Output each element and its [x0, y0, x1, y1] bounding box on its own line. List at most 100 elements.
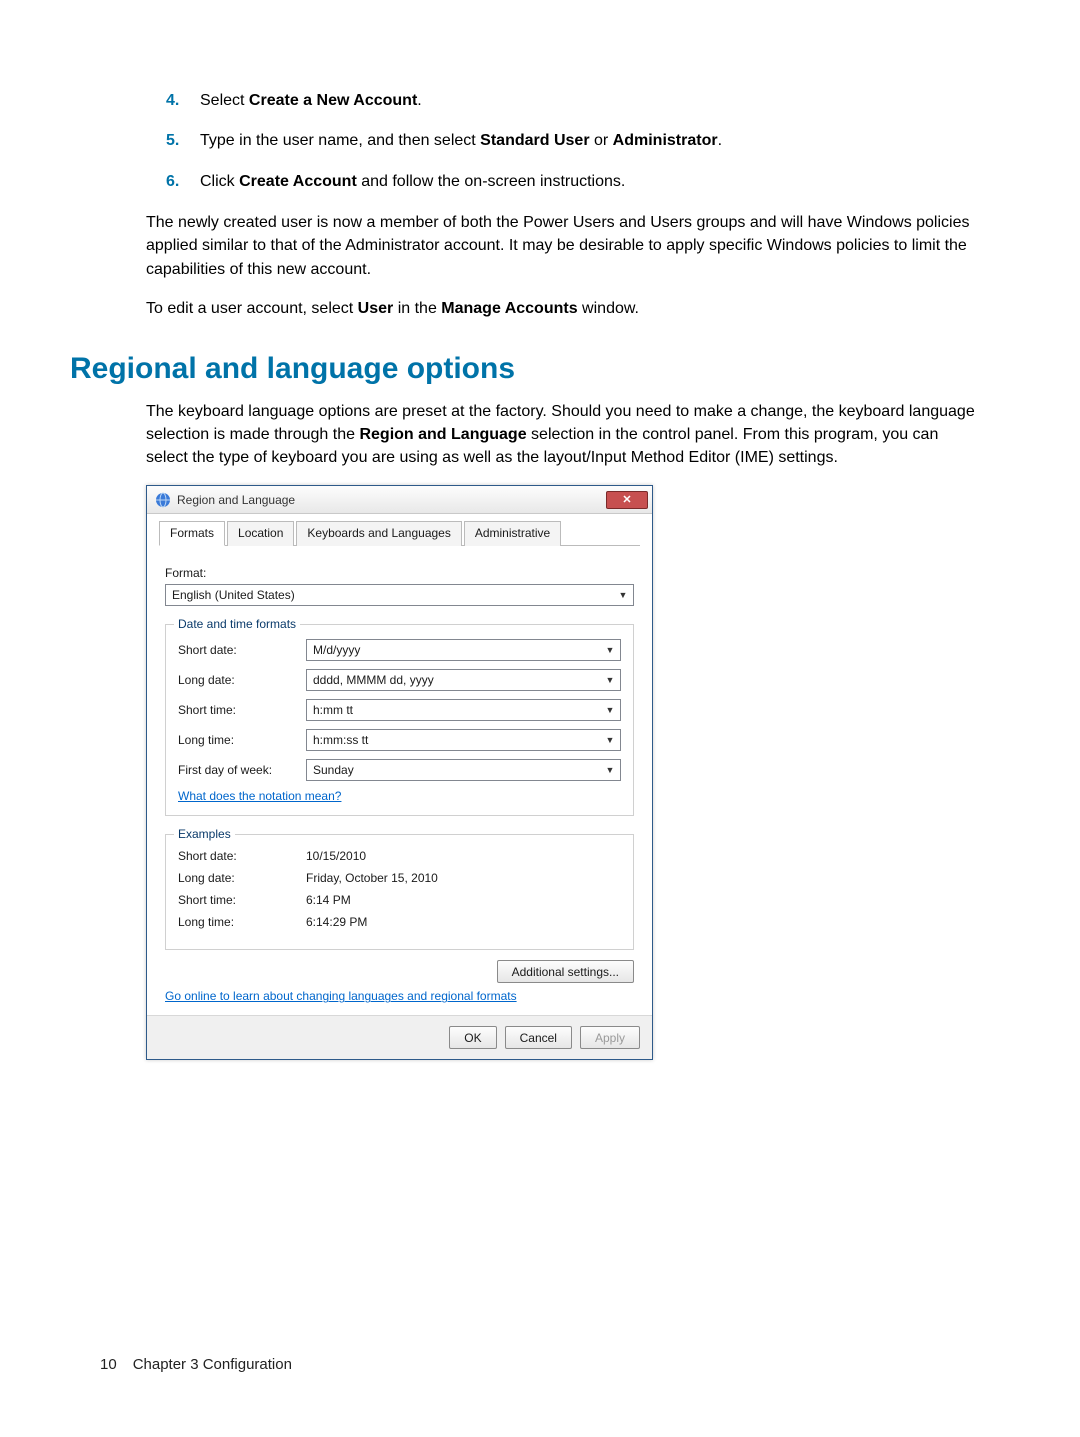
- step-text: Select Create a New Account.: [200, 90, 980, 112]
- ok-button[interactable]: OK: [449, 1026, 496, 1049]
- page-footer: 10 Chapter 3 Configuration: [100, 1356, 292, 1373]
- chevron-down-icon: ▼: [602, 702, 618, 718]
- text: To edit a user account, select: [146, 300, 358, 317]
- example-row: Long time:6:14:29 PM: [178, 915, 621, 929]
- step-number: 6.: [166, 171, 200, 193]
- instruction-steps: 4. Select Create a New Account. 5. Type …: [166, 90, 980, 193]
- close-button[interactable]: ✕: [606, 491, 648, 509]
- example-row: Short date:10/15/2010: [178, 849, 621, 863]
- row-label: Long date:: [178, 673, 306, 687]
- row-label: Short date:: [178, 849, 306, 863]
- text: Select: [200, 92, 249, 109]
- short-date-row: Short date: M/d/yyyy ▼: [178, 639, 621, 661]
- bold: Standard User: [480, 132, 589, 149]
- additional-row: Additional settings...: [165, 960, 634, 983]
- paragraph: The keyboard language options are preset…: [146, 400, 980, 470]
- datetime-legend: Date and time formats: [174, 617, 300, 631]
- paragraph: The newly created user is now a member o…: [146, 211, 980, 281]
- chevron-down-icon: ▼: [602, 672, 618, 688]
- page-number: 10: [100, 1356, 117, 1373]
- row-label: Short date:: [178, 643, 306, 657]
- long-time-combo[interactable]: h:mm:ss tt ▼: [306, 729, 621, 751]
- long-time-row: Long time: h:mm:ss tt ▼: [178, 729, 621, 751]
- chevron-down-icon: ▼: [602, 642, 618, 658]
- example-row: Short time:6:14 PM: [178, 893, 621, 907]
- paragraph: To edit a user account, select User in t…: [146, 297, 980, 320]
- dialog-titlebar[interactable]: Region and Language ✕: [147, 486, 652, 514]
- example-row: Long date:Friday, October 15, 2010: [178, 871, 621, 885]
- bold: User: [358, 300, 394, 317]
- row-label: Long date:: [178, 871, 306, 885]
- row-value: 6:14 PM: [306, 893, 351, 907]
- text: .: [718, 132, 722, 149]
- text: Type in the user name, and then select: [200, 132, 480, 149]
- text: or: [590, 132, 613, 149]
- globe-icon: [155, 492, 171, 508]
- step-number: 4.: [166, 90, 200, 112]
- step-text: Click Create Account and follow the on-s…: [200, 171, 980, 193]
- step-5: 5. Type in the user name, and then selec…: [166, 130, 980, 152]
- bold: Administrator: [613, 132, 718, 149]
- bold: Create a New Account: [249, 92, 417, 109]
- format-value: English (United States): [172, 588, 295, 602]
- formats-pane: Format: English (United States) ▼ Date a…: [159, 558, 640, 1003]
- text: in the: [393, 300, 441, 317]
- row-label: Short time:: [178, 703, 306, 717]
- text: .: [417, 92, 421, 109]
- short-time-row: Short time: h:mm tt ▼: [178, 699, 621, 721]
- text: and follow the on-screen instructions.: [357, 173, 626, 190]
- examples-legend: Examples: [174, 827, 235, 841]
- close-icon: ✕: [622, 493, 631, 506]
- cancel-button[interactable]: Cancel: [505, 1026, 572, 1049]
- section-heading: Regional and language options: [70, 352, 980, 386]
- tab-location[interactable]: Location: [227, 521, 294, 546]
- combo-value: h:mm tt: [313, 703, 353, 717]
- bold: Create Account: [239, 173, 357, 190]
- combo-value: h:mm:ss tt: [313, 733, 368, 747]
- chevron-down-icon: ▼: [602, 732, 618, 748]
- row-label: Short time:: [178, 893, 306, 907]
- row-label: First day of week:: [178, 763, 306, 777]
- first-day-row: First day of week: Sunday ▼: [178, 759, 621, 781]
- dialog-body: Formats Location Keyboards and Languages…: [147, 514, 652, 1015]
- text: Click: [200, 173, 239, 190]
- step-6: 6. Click Create Account and follow the o…: [166, 171, 980, 193]
- tab-strip: Formats Location Keyboards and Languages…: [159, 520, 640, 546]
- online-link[interactable]: Go online to learn about changing langua…: [165, 989, 517, 1003]
- row-value: 6:14:29 PM: [306, 915, 367, 929]
- tab-keyboards[interactable]: Keyboards and Languages: [296, 521, 461, 546]
- row-value: 10/15/2010: [306, 849, 366, 863]
- combo-value: Sunday: [313, 763, 354, 777]
- first-day-combo[interactable]: Sunday ▼: [306, 759, 621, 781]
- dialog-footer: OK Cancel Apply: [147, 1015, 652, 1059]
- additional-settings-button[interactable]: Additional settings...: [497, 960, 634, 983]
- tab-formats[interactable]: Formats: [159, 521, 225, 546]
- row-label: Long time:: [178, 915, 306, 929]
- step-number: 5.: [166, 130, 200, 152]
- chevron-down-icon: ▼: [615, 587, 631, 603]
- format-label: Format:: [165, 566, 634, 580]
- long-date-row: Long date: dddd, MMMM dd, yyyy ▼: [178, 669, 621, 691]
- region-language-dialog: Region and Language ✕ Formats Location K…: [146, 485, 653, 1060]
- examples-fieldset: Examples Short date:10/15/2010 Long date…: [165, 834, 634, 950]
- dialog-title: Region and Language: [177, 493, 295, 507]
- step-4: 4. Select Create a New Account.: [166, 90, 980, 112]
- apply-button[interactable]: Apply: [580, 1026, 640, 1049]
- combo-value: dddd, MMMM dd, yyyy: [313, 673, 434, 687]
- text: window.: [578, 300, 639, 317]
- step-text: Type in the user name, and then select S…: [200, 130, 980, 152]
- notation-link[interactable]: What does the notation mean?: [178, 789, 341, 803]
- bold: Region and Language: [359, 426, 526, 443]
- long-date-combo[interactable]: dddd, MMMM dd, yyyy ▼: [306, 669, 621, 691]
- chapter-label: Chapter 3 Configuration: [133, 1356, 292, 1373]
- titlebar-left: Region and Language: [155, 492, 295, 508]
- row-value: Friday, October 15, 2010: [306, 871, 438, 885]
- chevron-down-icon: ▼: [602, 762, 618, 778]
- short-date-combo[interactable]: M/d/yyyy ▼: [306, 639, 621, 661]
- format-combo[interactable]: English (United States) ▼: [165, 584, 634, 606]
- combo-value: M/d/yyyy: [313, 643, 360, 657]
- short-time-combo[interactable]: h:mm tt ▼: [306, 699, 621, 721]
- tab-administrative[interactable]: Administrative: [464, 521, 561, 546]
- bold: Manage Accounts: [441, 300, 577, 317]
- row-label: Long time:: [178, 733, 306, 747]
